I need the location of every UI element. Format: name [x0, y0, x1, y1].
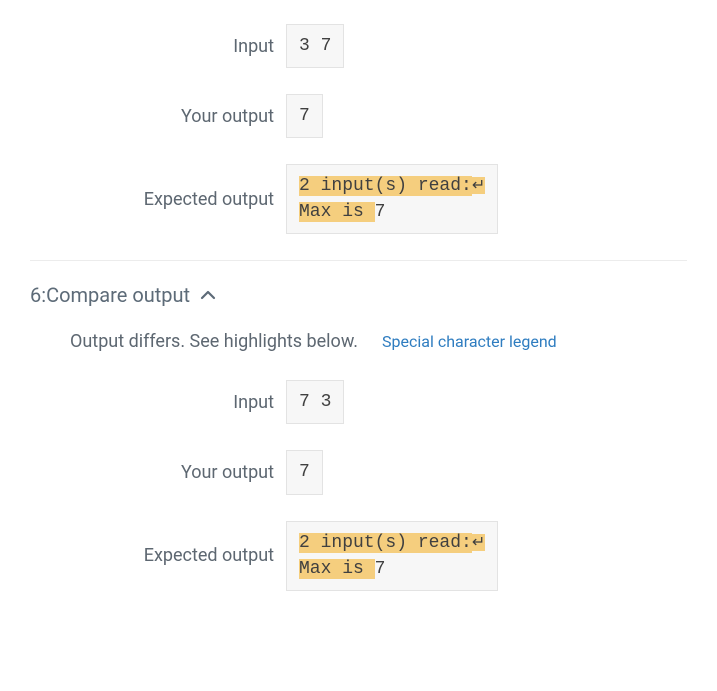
your-output-value: 7: [286, 94, 323, 138]
your-output-row: Your output 7: [0, 450, 717, 494]
your-output-label: Your output: [0, 462, 286, 483]
highlight-text: Max is: [299, 202, 375, 222]
expected-output-value: 2 input(s) read:↵ Max is 7: [286, 164, 498, 234]
plain-text: 7: [375, 559, 386, 579]
special-char-legend-link[interactable]: Special character legend: [382, 332, 557, 351]
newline-symbol-icon: ↵: [472, 534, 485, 551]
expected-output-label: Expected output: [0, 189, 286, 210]
input-row: Input 7 3: [0, 380, 717, 424]
message-row: Output differs. See highlights below. Sp…: [70, 331, 717, 352]
chevron-up-icon[interactable]: [198, 287, 218, 303]
section-header[interactable]: 6:Compare output: [30, 283, 717, 307]
section-divider: [30, 260, 687, 261]
highlight-text: 2 input(s) read:: [299, 176, 472, 196]
diff-message: Output differs. See highlights below.: [70, 331, 358, 352]
highlight-text: 2 input(s) read:: [299, 533, 472, 553]
expected-output-row: Expected output 2 input(s) read:↵ Max is…: [0, 164, 717, 234]
your-output-label: Your output: [0, 106, 286, 127]
input-value: 7 3: [286, 380, 344, 424]
expected-output-label: Expected output: [0, 545, 286, 566]
input-label: Input: [0, 392, 286, 413]
input-value: 3 7: [286, 24, 344, 68]
your-output-row: Your output 7: [0, 94, 717, 138]
highlight-text: Max is: [299, 559, 375, 579]
your-output-value: 7: [286, 450, 323, 494]
input-row: Input 3 7: [0, 24, 717, 68]
input-label: Input: [0, 36, 286, 57]
expected-output-row: Expected output 2 input(s) read:↵ Max is…: [0, 521, 717, 591]
section-title: 6:Compare output: [30, 283, 190, 307]
newline-symbol-icon: ↵: [472, 177, 485, 194]
plain-text: 7: [375, 202, 386, 222]
expected-output-value: 2 input(s) read:↵ Max is 7: [286, 521, 498, 591]
